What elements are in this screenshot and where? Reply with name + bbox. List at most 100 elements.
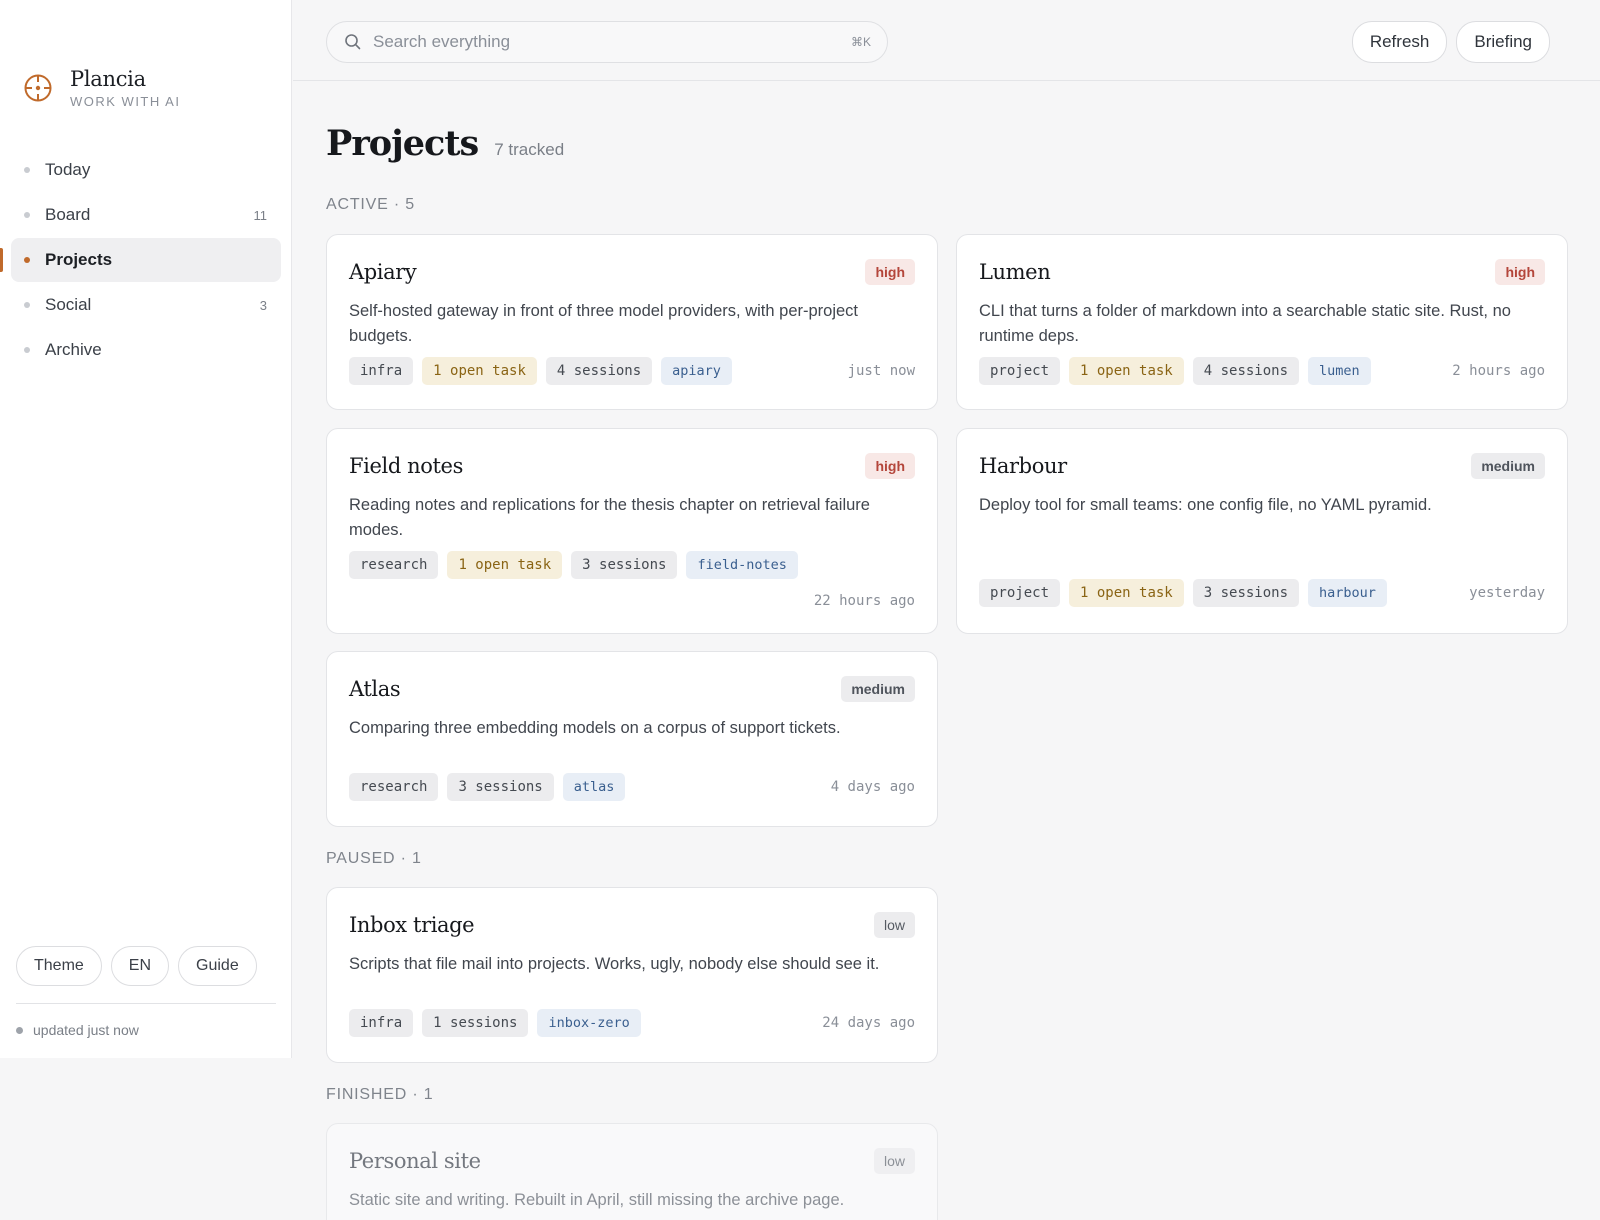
sessions-tag[interactable]: 4 sessions — [1192, 357, 1300, 385]
slug-tag[interactable]: lumen — [1308, 357, 1371, 385]
project-card-apiary[interactable]: Apiary high Self-hosted gateway in front… — [326, 234, 938, 410]
kind-tag: research — [349, 773, 439, 801]
brand[interactable]: Plancia WORK WITH AI — [22, 66, 180, 109]
sidebar-item-count: 11 — [253, 207, 268, 223]
project-card-inbox-triage[interactable]: Inbox triage low Scripts that file mail … — [326, 887, 938, 1063]
divider — [16, 1003, 276, 1004]
active-indicator — [0, 248, 3, 272]
updated-time: 4 days ago — [830, 779, 915, 795]
slug-tag[interactable]: atlas — [562, 773, 626, 801]
section-label-active: ACTIVE · 5 — [326, 196, 415, 213]
refresh-button[interactable]: Refresh — [1351, 21, 1448, 63]
search-icon — [345, 34, 361, 50]
guide-button[interactable]: Guide — [178, 946, 257, 986]
sidebar-item-label: Projects — [45, 250, 113, 269]
updated-time: just now — [847, 363, 915, 379]
project-description: Static site and writing. Rebuilt in Apri… — [349, 1191, 845, 1209]
project-description: Comparing three embedding models on a co… — [349, 719, 841, 737]
kind-tag: research — [349, 551, 439, 579]
project-card-personal-site[interactable]: Personal site low Static site and writin… — [326, 1123, 938, 1220]
kind-tag: project — [979, 357, 1061, 385]
sidebar-item-archive[interactable]: Archive — [11, 328, 281, 372]
project-tags: infra 1 open task 4 sessions apiary just… — [349, 357, 915, 385]
sidebar-item-label: Today — [45, 160, 91, 179]
priority-badge: high — [865, 453, 915, 479]
project-title: Inbox triage — [349, 913, 475, 937]
sync-status-text: updated just now — [33, 1022, 139, 1038]
sidebar-footer: Theme EN Guide — [16, 946, 257, 986]
nav-dot-icon — [24, 257, 30, 263]
priority-badge: medium — [1471, 453, 1545, 479]
project-description: CLI that turns a folder of markdown into… — [979, 302, 1511, 345]
briefing-button[interactable]: Briefing — [1456, 21, 1550, 63]
project-card-atlas[interactable]: Atlas medium Comparing three embedding m… — [326, 651, 938, 827]
project-tags: research 3 sessions atlas 4 days ago — [349, 773, 915, 801]
project-title: Atlas — [349, 677, 401, 701]
nav-dot-icon — [24, 167, 30, 173]
sync-status: updated just now — [16, 1022, 139, 1038]
updated-time: 22 hours ago — [813, 593, 915, 609]
section-label-paused: PAUSED · 1 — [326, 850, 422, 867]
project-tags: research 1 open task 3 sessions field-no… — [349, 551, 915, 579]
project-description: Deploy tool for small teams: one config … — [979, 496, 1432, 514]
sidebar-item-today[interactable]: Today — [11, 148, 281, 192]
page-title: Projects — [326, 123, 479, 164]
project-description: Scripts that file mail into projects. Wo… — [349, 955, 880, 973]
kind-tag: infra — [349, 1009, 414, 1037]
project-title: Harbour — [979, 454, 1067, 478]
project-card-lumen[interactable]: Lumen high CLI that turns a folder of ma… — [956, 234, 1568, 410]
project-title: Personal site — [349, 1149, 481, 1173]
project-description: Self-hosted gateway in front of three mo… — [349, 302, 859, 345]
sessions-tag[interactable]: 3 sessions — [447, 773, 554, 801]
slug-tag[interactable]: harbour — [1308, 579, 1387, 607]
page-header: Projects 7 tracked — [326, 123, 564, 164]
sessions-tag[interactable]: 1 sessions — [422, 1009, 529, 1037]
sidebar-item-label: Social — [45, 295, 92, 314]
open-task-tag[interactable]: 1 open task — [447, 551, 563, 579]
project-title: Lumen — [979, 260, 1051, 284]
sidebar-nav: Today Board 11 Projects Social 3 Archive — [0, 148, 281, 373]
nav-dot-icon — [24, 347, 30, 353]
project-tags: project 1 open task 3 sessions harbour y… — [979, 579, 1545, 607]
project-card-field-notes[interactable]: Field notes high Reading notes and repli… — [326, 428, 938, 634]
sessions-tag[interactable]: 3 sessions — [571, 551, 678, 579]
slug-tag[interactable]: inbox-zero — [537, 1009, 641, 1037]
updated-time: 24 days ago — [822, 1015, 915, 1031]
project-title: Apiary — [349, 260, 417, 284]
section-label-finished: FINISHED · 1 — [326, 1086, 434, 1103]
search-box[interactable]: ⌘K — [326, 21, 888, 63]
open-task-tag[interactable]: 1 open task — [1069, 357, 1184, 385]
project-title: Field notes — [349, 454, 463, 478]
slug-tag[interactable]: field-notes — [686, 551, 798, 579]
sidebar: Plancia WORK WITH AI Today Board 11 Proj… — [0, 0, 292, 1058]
priority-badge: medium — [841, 676, 915, 702]
priority-badge: high — [865, 259, 915, 285]
nav-dot-icon — [24, 302, 30, 308]
crosshair-icon — [24, 74, 52, 101]
sessions-tag[interactable]: 3 sessions — [1192, 579, 1300, 607]
sessions-tag[interactable]: 4 sessions — [545, 357, 653, 385]
theme-button[interactable]: Theme — [16, 946, 102, 986]
kind-tag: project — [979, 579, 1061, 607]
project-tags: infra 1 sessions inbox-zero 24 days ago — [349, 1009, 915, 1037]
shortcut-hint: ⌘K — [850, 35, 871, 49]
priority-badge: high — [1495, 259, 1545, 285]
sidebar-item-social[interactable]: Social 3 — [11, 283, 281, 327]
project-card-harbour[interactable]: Harbour medium Deploy tool for small tea… — [956, 428, 1568, 634]
brand-tagline: WORK WITH AI — [70, 94, 181, 109]
brand-name: Plancia — [70, 67, 146, 91]
open-task-tag[interactable]: 1 open task — [1069, 579, 1184, 607]
language-button[interactable]: EN — [110, 946, 170, 986]
sidebar-item-label: Archive — [45, 340, 102, 359]
sidebar-item-projects[interactable]: Projects — [0, 238, 281, 282]
slug-tag[interactable]: apiary — [661, 357, 732, 385]
sidebar-item-count: 3 — [259, 297, 267, 313]
sidebar-item-board[interactable]: Board 11 — [11, 193, 281, 237]
sidebar-item-label: Board — [45, 205, 91, 224]
priority-badge: low — [873, 1148, 915, 1174]
nav-dot-icon — [24, 212, 30, 218]
open-task-tag[interactable]: 1 open task — [422, 357, 537, 385]
updated-time: yesterday — [1469, 585, 1545, 601]
updated-time: 2 hours ago — [1452, 363, 1545, 379]
search-input[interactable] — [373, 32, 851, 52]
